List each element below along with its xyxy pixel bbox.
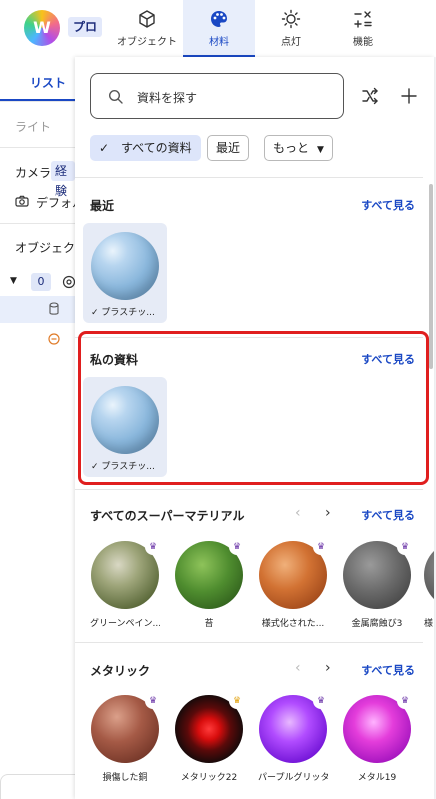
tab-list[interactable]: リスト — [30, 74, 66, 91]
cylinder-icon — [49, 302, 59, 315]
scrollbar[interactable] — [429, 184, 433, 369]
filter-recent-label: 最近 — [216, 141, 241, 155]
material-item[interactable]: ♛ グリーンペイン... — [90, 539, 161, 629]
tab-materials[interactable]: 材料 — [183, 0, 255, 57]
divider — [0, 223, 76, 224]
palette-icon — [211, 11, 227, 27]
tab-label: 材料 — [209, 37, 229, 48]
light-label[interactable]: ライト — [15, 118, 51, 135]
tab-functions[interactable]: 機能 — [327, 0, 399, 57]
chevron-right-icon[interactable]: › — [325, 505, 331, 521]
divider — [75, 642, 423, 643]
caret-down-icon: ▼ — [317, 145, 324, 155]
chevron-left-icon[interactable]: ‹ — [295, 660, 301, 676]
highlight-box — [78, 331, 429, 485]
see-all-super-link[interactable]: すべて見る — [361, 507, 415, 523]
material-name: 苔 — [204, 619, 214, 629]
material-preview — [91, 232, 159, 300]
camera-chip[interactable]: 経験 — [51, 161, 75, 198]
material-name: メタリック22 — [180, 773, 238, 783]
material-preview: ♛ — [259, 693, 329, 763]
material-item[interactable]: ♛ 様式化された... — [258, 539, 329, 629]
crown-icon: ♛ — [145, 539, 161, 555]
material-item[interactable]: ♛ パープルグリッター — [258, 693, 329, 783]
search-placeholder: 資料を探す — [137, 91, 198, 105]
material-name: 様式化された... — [261, 619, 325, 629]
material-preview: ♛ — [175, 539, 245, 609]
material-card[interactable]: ✓ プラスチッ... — [83, 223, 167, 323]
tab-label: 点灯 — [281, 37, 301, 48]
material-preview: ♛ — [91, 539, 161, 609]
divider — [0, 101, 76, 102]
material-preview: ♛ — [343, 539, 413, 609]
material-item[interactable]: 様 — [424, 541, 434, 629]
object-status-icon — [48, 333, 60, 345]
camera-label: カメラ — [15, 166, 52, 180]
crown-icon: ♛ — [313, 539, 329, 555]
material-name: 損傷した銅 — [102, 773, 148, 783]
chevron-right-icon[interactable]: › — [325, 660, 331, 676]
filter-more-dropdown[interactable]: もっと ▼ — [264, 135, 333, 161]
left-panel: リスト ライト カメラ 経験 デフォル オブジェクト ▼ 0 — [0, 57, 87, 799]
section-title-metallic: メタリック — [90, 664, 151, 678]
add-icon[interactable] — [400, 87, 418, 105]
filter-more-label: もっと — [273, 141, 310, 155]
app-logo[interactable] — [24, 10, 60, 46]
material-preview — [424, 541, 434, 609]
material-name: メタル19 — [357, 773, 397, 783]
material-preview: ♛ — [175, 693, 245, 763]
cube-icon — [139, 10, 155, 28]
chevron-left-icon[interactable]: ‹ — [295, 505, 301, 521]
material-name: 様 — [424, 619, 434, 629]
tab-lighting[interactable]: 点灯 — [255, 0, 327, 57]
material-name: 金属腐蝕び3 — [351, 619, 403, 629]
math-icon — [354, 11, 372, 28]
crown-icon: ♛ — [397, 539, 413, 555]
material-panel: 資料を探す ✓ すべての資料 最近 もっと ▼ 最近 すべて見る ✓ プラスチッ..… — [75, 57, 434, 799]
section-title-super-materials: すべてのスーパーマテリアル — [90, 509, 245, 523]
crown-icon: ♛ — [229, 539, 245, 555]
camera-icon — [15, 195, 29, 207]
search-icon — [108, 89, 123, 104]
crown-icon: ♛ — [229, 693, 245, 709]
material-item[interactable]: ♛ 損傷した銅 — [90, 693, 161, 783]
shuffle-icon[interactable] — [361, 87, 379, 105]
material-preview: ♛ — [91, 693, 161, 763]
crown-icon: ♛ — [145, 693, 161, 709]
material-item[interactable]: ♛ メタリック22 — [174, 693, 245, 783]
material-name: グリーンペイン... — [90, 619, 160, 629]
bottom-widget — [0, 774, 76, 799]
tab-label: 機能 — [353, 37, 373, 48]
see-all-recent-link[interactable]: すべて見る — [361, 197, 415, 213]
tab-label: オブジェクト — [117, 37, 177, 48]
section-title-recent: 最近 — [90, 199, 115, 213]
material-item[interactable]: ♛ メタル19 — [342, 693, 413, 783]
sun-icon — [281, 9, 301, 29]
material-preview: ♛ — [259, 539, 329, 609]
filter-recent[interactable]: 最近 — [207, 135, 250, 161]
filter-all-materials[interactable]: ✓ すべての資料 — [90, 135, 201, 161]
plan-badge: プロ — [68, 17, 103, 37]
material-item[interactable]: ♛ 金属腐蝕び3 — [342, 539, 413, 629]
tab-objects[interactable]: オブジェクト — [111, 0, 183, 57]
top-bar: プロ オブジェクト 材料 点灯 機能 — [0, 0, 436, 57]
divider — [75, 489, 423, 490]
material-name: パープルグリッター — [258, 773, 328, 783]
crown-icon: ♛ — [313, 693, 329, 709]
material-preview: ♛ — [343, 693, 413, 763]
caret-down-icon[interactable]: ▼ — [10, 276, 17, 286]
material-item[interactable]: ♛ 苔 — [174, 539, 245, 629]
divider — [0, 147, 76, 148]
filter-all-label: すべての資料 — [121, 141, 192, 155]
see-all-metallic-link[interactable]: すべて見る — [361, 662, 415, 678]
visibility-icon[interactable] — [62, 275, 76, 289]
material-name: ✓ プラスチッ... — [91, 308, 155, 318]
object-count: 0 — [31, 273, 51, 291]
search-input[interactable]: 資料を探す — [90, 73, 344, 119]
crown-icon: ♛ — [397, 693, 413, 709]
selected-object-row[interactable] — [0, 296, 76, 323]
divider — [75, 177, 423, 178]
check-icon: ✓ — [99, 141, 110, 155]
